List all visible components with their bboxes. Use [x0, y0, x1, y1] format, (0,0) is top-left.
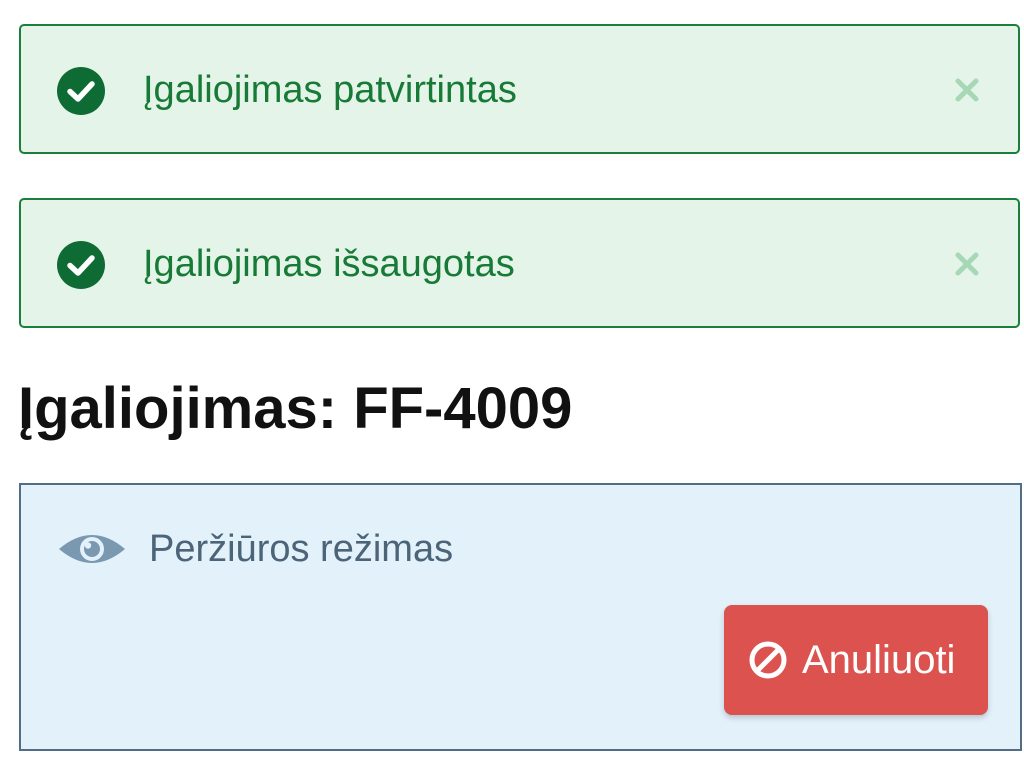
success-alert-saved: Įgaliojimas išsaugotas: [19, 198, 1020, 328]
view-mode-panel: Peržiūros režimas Anuliuoti: [19, 483, 1022, 751]
page-title: Įgaliojimas: FF-4009: [18, 376, 573, 441]
view-mode-label: Peržiūros režimas: [149, 528, 454, 570]
close-icon[interactable]: [950, 73, 984, 107]
ban-icon: [749, 641, 787, 679]
eye-icon: [59, 535, 125, 563]
alert-message: Įgaliojimas išsaugotas: [143, 243, 515, 285]
cancel-button[interactable]: Anuliuoti: [724, 605, 988, 715]
alert-message: Įgaliojimas patvirtintas: [143, 69, 517, 111]
check-circle-icon: [57, 67, 105, 115]
close-icon[interactable]: [950, 247, 984, 281]
cancel-button-label: Anuliuoti: [802, 638, 956, 682]
page: Įgaliojimas patvirtintas Įgaliojimas išs…: [0, 0, 1024, 776]
check-circle-icon: [57, 241, 105, 289]
success-alert-approved: Įgaliojimas patvirtintas: [19, 24, 1020, 154]
